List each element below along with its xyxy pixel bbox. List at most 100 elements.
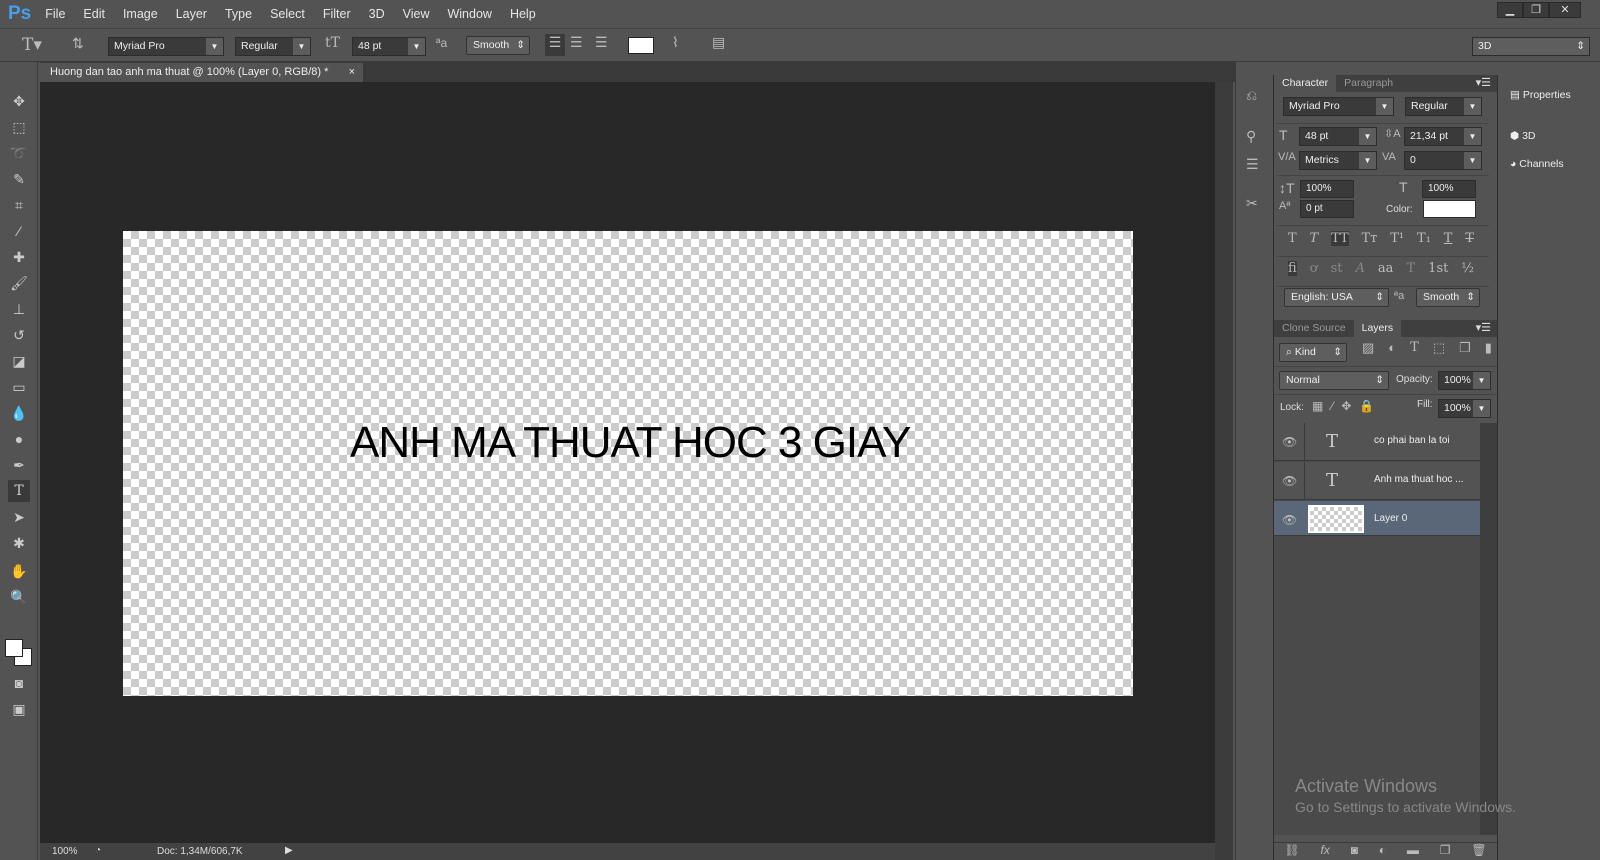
lock-image-icon[interactable]: ⁄ [1331,399,1341,413]
canvas-text-layer[interactable]: ANH MA THUAT HOC 3 GIAY [350,418,912,468]
zoom-level[interactable]: 100% [52,846,78,857]
font-size-select[interactable]: 48 pt ▼ [352,37,426,56]
menu-edit[interactable]: Edit [83,7,105,21]
menu-select[interactable]: Select [270,7,305,21]
blur-tool-icon[interactable]: 💧 [8,402,30,424]
menu-view[interactable]: View [403,7,430,21]
filter-pixel-icon[interactable]: ▨ [1362,340,1374,356]
hand-tool-icon[interactable]: ✋ [8,560,30,582]
baseline-shift-field[interactable]: 0 pt [1300,200,1354,218]
pen-tool-icon[interactable]: ✒ [8,454,30,476]
font-style-select[interactable]: Regular ▼ [235,37,311,56]
filter-adjustment-icon[interactable]: ◐ [1388,340,1396,356]
eyedropper-tool-icon[interactable]: ⁄ [8,220,30,242]
titling-alternates-button[interactable]: T [1406,261,1415,276]
underline-button[interactable]: T [1444,231,1453,246]
subscript-button[interactable]: T₁ [1417,231,1431,246]
lasso-tool-icon[interactable]: ➰ [8,142,30,164]
filter-type-icon[interactable]: T [1410,340,1419,356]
3d-panel-button[interactable]: ⬢ 3D [1510,130,1536,142]
eraser-tool-icon[interactable]: ◪ [8,350,30,372]
menu-filter[interactable]: Filter [323,7,351,21]
vertical-scale-field[interactable]: 100% [1300,180,1354,198]
brush-presets-icon[interactable]: ⚲ [1246,128,1256,145]
faux-bold-button[interactable]: T [1288,231,1297,246]
marquee-tool-icon[interactable]: ⬚ [8,116,30,138]
char-size-select[interactable]: 48 pt ▼ [1299,127,1377,146]
type-tool-preset-icon[interactable]: T▾ [22,35,42,55]
lock-all-icon[interactable]: 🔒 [1359,399,1382,413]
menu-image[interactable]: Image [123,7,158,21]
quick-mask-icon[interactable]: ◙ [8,672,30,694]
properties-panel-button[interactable]: ▤ Properties [1510,89,1571,101]
char-font-family-select[interactable]: Myriad Pro ▼ [1283,97,1394,116]
menu-window[interactable]: Window [447,7,491,21]
adjustment-layer-icon[interactable]: ◐ [1379,843,1386,860]
align-right-icon[interactable]: ☰ [595,34,608,51]
menu-3d[interactable]: 3D [369,7,385,21]
swash-button[interactable]: A [1356,261,1365,276]
faux-italic-button[interactable]: T [1310,231,1319,246]
crop-tool-icon[interactable]: ⌗ [8,194,30,216]
history-icon[interactable]: ⎌ [1246,87,1257,104]
tool-presets-icon[interactable]: ✂ [1246,195,1258,212]
toggle-orientation-icon[interactable]: ⇅ [72,35,84,52]
align-center-icon[interactable]: ☰ [570,34,583,51]
char-color-swatch[interactable] [1423,200,1476,218]
tab-layers[interactable]: Layers [1353,320,1402,337]
layers-scrollbar[interactable] [1480,423,1497,835]
panel-menu-icon[interactable]: ▾☰ [1476,75,1491,92]
layer-filter-select[interactable]: ⌕ Kind ⇕ [1279,343,1347,362]
align-left-icon[interactable]: ☰ [545,34,565,56]
text-color-swatch[interactable] [628,37,654,54]
close-tab-icon[interactable]: × [349,63,355,81]
antialias-select[interactable]: Smooth ⇕ [466,36,530,55]
brush-settings-icon[interactable]: ☰ [1246,156,1259,173]
small-caps-button[interactable]: Tт [1362,231,1378,246]
close-button[interactable]: ✕ [1549,2,1581,18]
character-panel-toggle-icon[interactable]: ▤ [712,34,725,51]
tab-paragraph[interactable]: Paragraph [1336,75,1401,92]
ligatures-button[interactable]: fi [1288,261,1297,276]
move-tool-icon[interactable]: ✥ [8,90,30,112]
dodge-tool-icon[interactable]: ● [8,428,30,450]
lock-position-icon[interactable]: ✥ [1341,399,1359,413]
stylistic-alternates-button[interactable]: aa [1378,261,1394,276]
filter-smart-object-icon[interactable]: ❐ [1459,340,1471,356]
clone-stamp-tool-icon[interactable]: ⊥ [8,298,30,320]
minimize-button[interactable]: ▁ [1497,2,1523,18]
new-group-icon[interactable]: ▬ [1407,843,1419,860]
char-kerning-select[interactable]: Metrics ▼ [1299,151,1377,170]
discretionary-ligatures-button[interactable]: st [1331,261,1343,276]
history-brush-tool-icon[interactable]: ↺ [8,324,30,346]
opacity-field[interactable]: 100% ▼ [1438,371,1491,390]
add-mask-icon[interactable]: ◙ [1351,843,1358,860]
strikethrough-button[interactable]: T [1465,231,1474,246]
char-leading-select[interactable]: 21,34 pt ▼ [1404,127,1482,146]
trash-icon[interactable]: 🗑 [1471,843,1486,860]
zoom-tool-icon[interactable]: 🔍 [8,586,30,608]
vertical-scrollbar[interactable] [1215,82,1233,860]
tab-clone-source[interactable]: Clone Source [1274,320,1354,337]
layer-row[interactable]: 👁 Tco phai ban la toi [1274,423,1480,461]
menu-file[interactable]: File [45,7,65,21]
quick-selection-tool-icon[interactable]: ✎ [8,168,30,190]
restore-button[interactable]: ❐ [1523,2,1549,18]
horizontal-scale-field[interactable]: 100% [1422,180,1476,198]
shape-tool-icon[interactable]: ✱ [8,532,30,554]
eye-icon[interactable]: 👁 [1282,513,1297,527]
tab-character[interactable]: Character [1274,75,1337,92]
brush-tool-icon[interactable]: 🖌 [8,272,30,294]
screen-mode-icon[interactable]: ▣ [8,698,30,720]
path-selection-tool-icon[interactable]: ➤ [8,506,30,528]
all-caps-button[interactable]: TT [1331,231,1349,246]
lock-transparent-icon[interactable]: ▦ [1312,399,1331,413]
status-info-icon[interactable]: ◔ [95,845,101,856]
link-layers-icon[interactable]: ⛓ [1284,843,1299,860]
fx-icon[interactable]: fx [1321,843,1330,860]
healing-brush-tool-icon[interactable]: ✚ [8,246,30,268]
fractions-button[interactable]: ½ [1461,261,1474,276]
status-menu-arrow-icon[interactable]: ▶ [285,845,293,856]
fill-field[interactable]: 100% ▼ [1438,399,1491,418]
document-tab[interactable]: Huong dan tao anh ma thuat @ 100% (Layer… [40,63,363,82]
